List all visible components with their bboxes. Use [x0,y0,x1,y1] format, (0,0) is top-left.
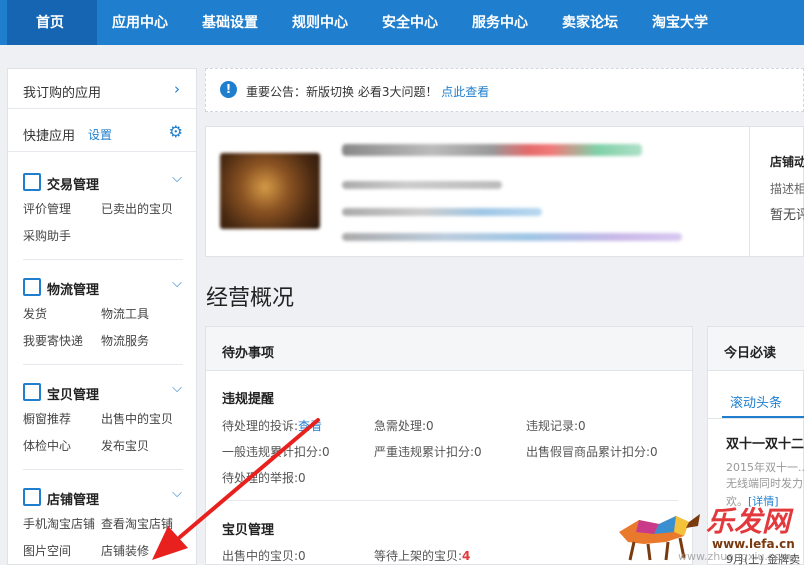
watermark-logo: 乐发网 [706,505,791,538]
watermark-url: www.lefa.cn [712,537,795,551]
annotation-arrow [152,418,320,560]
watermark: 乐发网 www.lefa.cn www.zhuangxiu.com [614,500,804,565]
watermark-url-secondary: www.zhuangxiu.com [678,550,792,563]
